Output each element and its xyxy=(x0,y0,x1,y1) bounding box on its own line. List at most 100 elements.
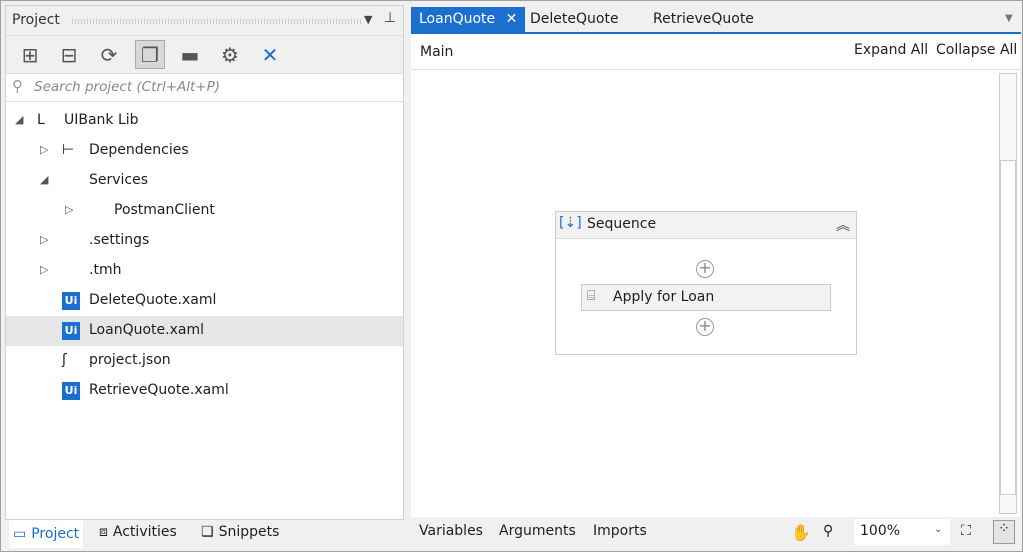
folder-icon xyxy=(62,232,80,250)
workflow-designer: LoanQuote ✕ DeleteQuote RetrieveQuote ▼ … xyxy=(411,5,1021,548)
open-folder-icon[interactable]: ▬ xyxy=(175,40,205,69)
tree-item[interactable]: ▷ ⊢ Dependencies xyxy=(6,136,403,166)
sequence-icon: [⇣] xyxy=(559,215,582,231)
search-icon: ⚲ xyxy=(12,77,23,95)
project-panel: Project ▼ ⊥ ⊞ ⊟ ⟳ ❐ ▬ ⚙ ✕ ⚲ Search proje… xyxy=(5,5,404,520)
apply-for-loan-activity[interactable]: ⌸ Apply for Loan xyxy=(581,284,831,311)
dropdown-icon[interactable]: ▼ xyxy=(364,13,372,26)
project-toolbar: ⊞ ⊟ ⟳ ❐ ▬ ⚙ ✕ xyxy=(6,36,403,74)
collapse-all-icon[interactable]: ⊟ xyxy=(54,40,84,69)
expand-arrow-icon[interactable]: ▷ xyxy=(65,203,73,216)
zoom-icon[interactable]: ⚲ xyxy=(823,523,833,539)
search-project-input[interactable]: ⚲ Search project (Ctrl+Alt+P) xyxy=(6,74,403,102)
tab-label: RetrieveQuote xyxy=(653,11,754,27)
activities-icon: ⧈ xyxy=(99,524,108,540)
arguments-tab[interactable]: Arguments xyxy=(499,523,576,539)
panel-title: Project xyxy=(12,12,60,28)
expand-arrow-icon[interactable]: ▷ xyxy=(40,143,48,156)
tree-item[interactable]: ▷ .tmh xyxy=(6,256,403,286)
expand-all-link[interactable]: Expand All xyxy=(854,42,928,58)
chevron-down-icon: ⌄ xyxy=(934,524,943,535)
sequence-header: [⇣] Sequence ︽ xyxy=(556,212,856,239)
remove-unused-icon[interactable]: ✕ xyxy=(255,40,285,69)
expand-all-icon[interactable]: ⊞ xyxy=(15,40,45,69)
xaml-icon: Ui xyxy=(62,322,80,340)
fit-to-screen-icon[interactable]: ⛶ xyxy=(961,523,971,539)
expand-arrow-icon[interactable]: ◢ xyxy=(15,113,23,126)
tree-item-label: .tmh xyxy=(89,262,122,278)
tab-loanquote[interactable]: LoanQuote ✕ xyxy=(411,7,526,32)
tree-item[interactable]: ◢ Services xyxy=(6,166,403,196)
add-activity-icon[interactable]: + xyxy=(696,318,714,336)
dependencies-icon: ⊢ xyxy=(62,142,75,158)
tab-deletequote[interactable]: DeleteQuote xyxy=(522,7,627,32)
close-icon[interactable]: ✕ xyxy=(506,11,518,27)
drag-grip[interactable] xyxy=(72,19,362,24)
tree-item-label: UIBank Lib xyxy=(64,112,139,128)
tree-item[interactable]: ▷ PostmanClient xyxy=(6,196,403,226)
zoom-select[interactable]: 100% ⌄ xyxy=(854,519,950,545)
tree-item[interactable]: ʃ project.json xyxy=(6,346,403,376)
designer-bottom-bar: Variables Arguments Imports ✋ ⚲ 100% ⌄ ⛶… xyxy=(411,517,1021,548)
tab-label: LoanQuote xyxy=(419,11,496,27)
service-icon xyxy=(87,202,105,220)
search-placeholder: Search project (Ctrl+Alt+P) xyxy=(34,79,221,95)
services-icon xyxy=(62,172,80,190)
imports-tab[interactable]: Imports xyxy=(593,523,647,539)
tree-item-label: Dependencies xyxy=(89,142,189,158)
activity-label: Apply for Loan xyxy=(613,289,715,305)
hand-icon[interactable]: ✋ xyxy=(791,523,811,542)
tree-item[interactable]: Ui LoanQuote.xaml xyxy=(6,316,403,346)
overview-icon[interactable]: ⁘ xyxy=(993,520,1015,544)
settings-icon[interactable]: ⚙ xyxy=(215,40,245,69)
scrollbar-thumb[interactable] xyxy=(1000,160,1016,495)
show-all-files-icon[interactable]: ❐ xyxy=(135,40,165,69)
add-activity-icon[interactable]: + xyxy=(696,260,714,278)
panel-title-bar: Project ▼ ⊥ xyxy=(6,6,403,36)
breadcrumb[interactable]: Main xyxy=(420,44,453,60)
tree-item[interactable]: ▷ .settings xyxy=(6,226,403,256)
folder-icon: ▭ xyxy=(13,526,27,542)
expand-arrow-icon[interactable]: ▷ xyxy=(40,263,48,276)
tree-item-label: LoanQuote.xaml xyxy=(89,322,204,338)
tree-item-label: DeleteQuote.xaml xyxy=(89,292,217,308)
tree-item-label: project.json xyxy=(89,352,171,368)
tree-item[interactable]: Ui DeleteQuote.xaml xyxy=(6,286,403,316)
refresh-icon[interactable]: ⟳ xyxy=(94,40,124,69)
tab-label: Activities xyxy=(112,524,177,540)
tab-label: Snippets xyxy=(218,524,280,540)
tab-retrievequote[interactable]: RetrieveQuote xyxy=(645,7,762,32)
vertical-scrollbar[interactable] xyxy=(999,73,1017,514)
sequence-activity[interactable]: [⇣] Sequence ︽ + ⌸ Apply for Loan + xyxy=(555,211,857,355)
tab-project[interactable]: ▭ Project xyxy=(9,520,84,548)
zoom-value: 100% xyxy=(860,523,901,539)
library-icon: L xyxy=(37,112,45,128)
panel-bottom-tabs: ▭ Project ⧈ Activities ❏ Snippets xyxy=(5,520,404,548)
xaml-icon: Ui xyxy=(62,382,80,400)
pin-icon[interactable]: ⊥ xyxy=(384,10,396,26)
tree-item[interactable]: ◢ L UIBank Lib xyxy=(6,106,403,136)
tree-item-label: .settings xyxy=(89,232,150,248)
snippets-icon: ❏ xyxy=(201,524,214,540)
designer-header: Main Expand All Collapse All xyxy=(411,34,1020,70)
collapse-icon[interactable]: ︽ xyxy=(836,215,850,235)
collapse-all-link[interactable]: Collapse All xyxy=(936,42,1017,58)
sequence-title: Sequence xyxy=(587,216,657,232)
tree-item-label: Services xyxy=(89,172,149,188)
expand-arrow-icon[interactable]: ▷ xyxy=(40,233,48,246)
invoke-workflow-icon: ⌸ xyxy=(587,288,596,304)
json-icon: ʃ xyxy=(62,352,67,368)
tab-activities[interactable]: ⧈ Activities xyxy=(99,524,177,540)
expand-arrow-icon[interactable]: ◢ xyxy=(40,173,48,186)
tree-item-label: RetrieveQuote.xaml xyxy=(89,382,229,398)
tree-item-label: PostmanClient xyxy=(114,202,215,218)
variables-tab[interactable]: Variables xyxy=(419,523,483,539)
tree-item[interactable]: Ui RetrieveQuote.xaml xyxy=(6,376,403,406)
xaml-icon: Ui xyxy=(62,292,80,310)
folder-icon xyxy=(62,262,80,280)
tab-snippets[interactable]: ❏ Snippets xyxy=(201,524,279,540)
designer-canvas[interactable]: [⇣] Sequence ︽ + ⌸ Apply for Loan + xyxy=(411,70,1020,517)
tab-label: Project xyxy=(31,526,80,542)
tab-label: DeleteQuote xyxy=(530,11,619,27)
tabs-dropdown-icon[interactable]: ▼ xyxy=(1005,13,1013,24)
